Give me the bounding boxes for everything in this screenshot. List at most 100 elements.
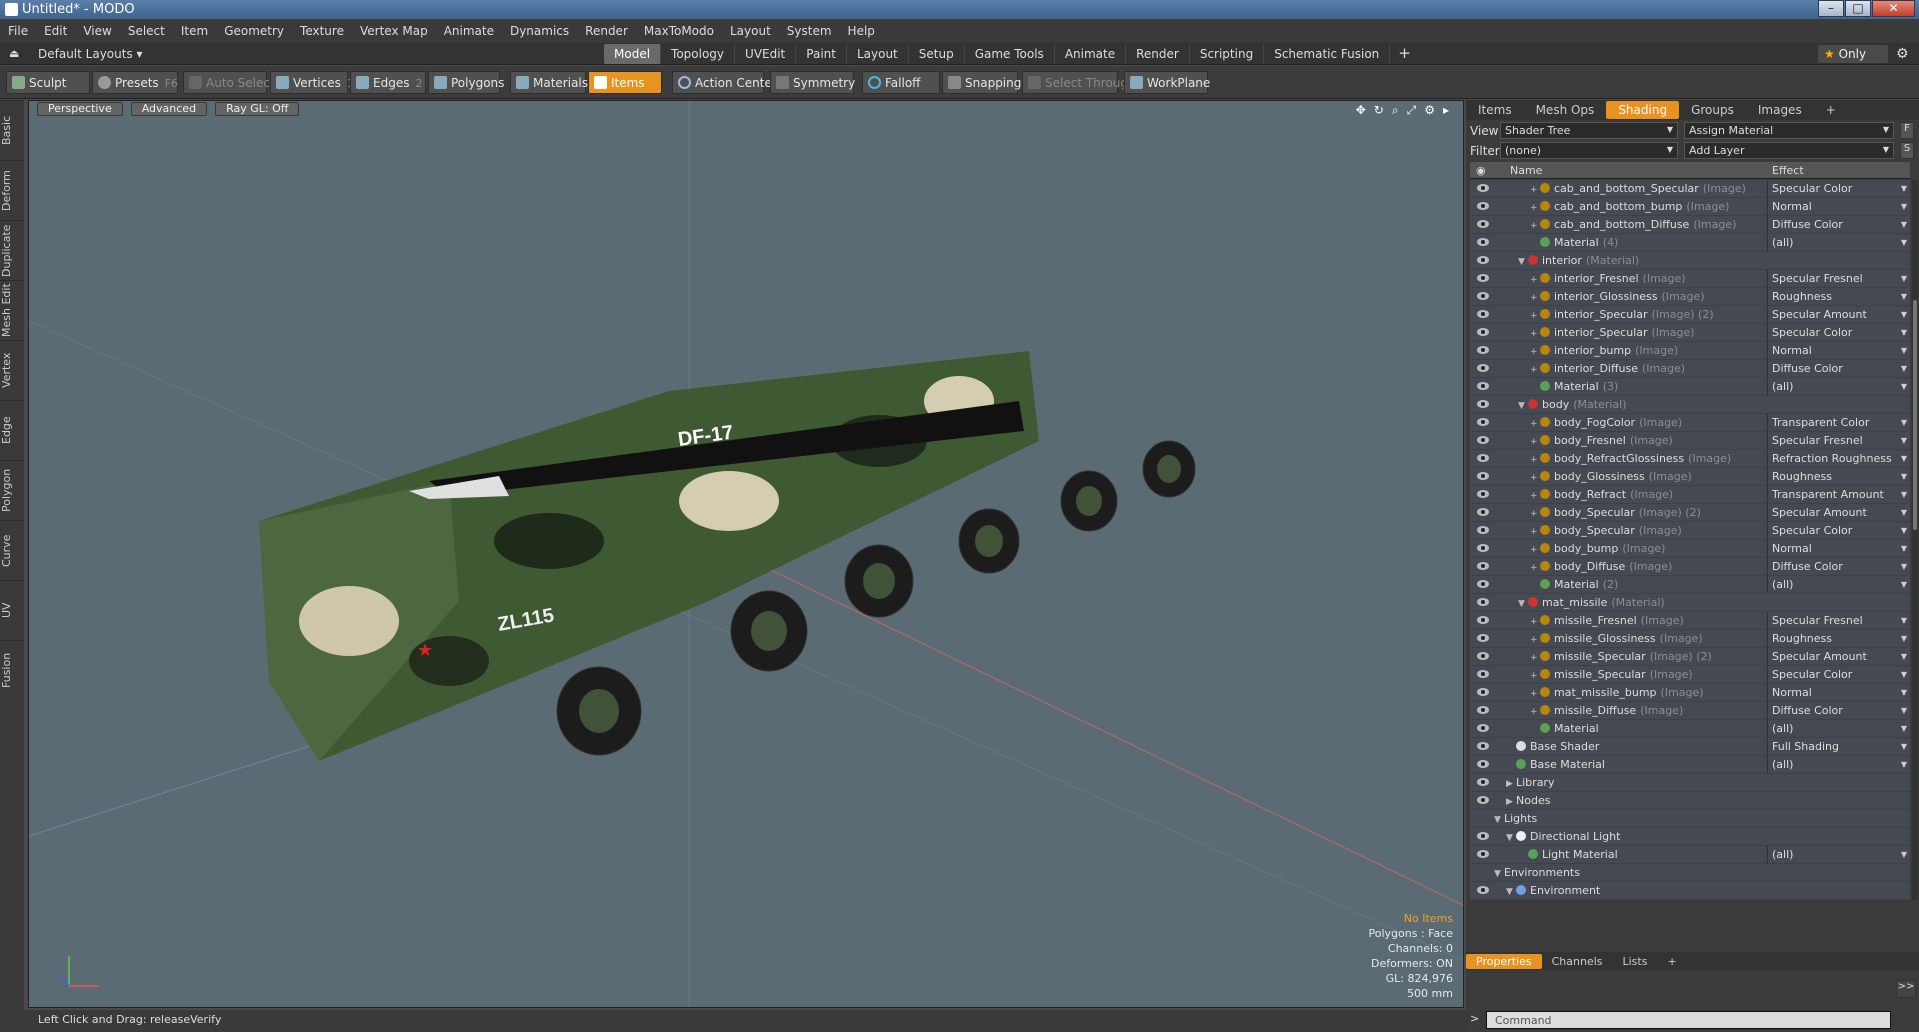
tree-row[interactable]: + interior_Specular (Image) (2) Specular Am… — [1470, 306, 1910, 324]
3d-viewport[interactable]: Perspective Advanced Ray GL: Off ✥ ↻ ⌕ ⤢… — [28, 100, 1464, 1008]
visibility-eye-icon[interactable] — [1477, 256, 1489, 264]
panel-tab-add[interactable]: + — [1814, 101, 1848, 119]
menu-item-geometry[interactable]: Geometry — [216, 24, 292, 38]
tree-row[interactable]: ▼ body (Material) — [1470, 396, 1910, 414]
expand-toggle-icon[interactable]: + — [1530, 308, 1540, 325]
tree-row[interactable]: + missile_Fresnel (Image) Specular Fresnel — [1470, 612, 1910, 630]
menu-item-vertex-map[interactable]: Vertex Map — [352, 24, 436, 38]
tree-row[interactable]: + missile_Diffuse (Image) Diffuse Color — [1470, 702, 1910, 720]
visibility-eye-icon[interactable] — [1477, 832, 1489, 840]
tree-row[interactable]: Light Material (all) — [1470, 846, 1910, 864]
s-button[interactable]: S — [1900, 142, 1914, 159]
visibility-eye-icon[interactable] — [1477, 562, 1489, 570]
menu-item-maxtomodo[interactable]: MaxToModo — [636, 24, 722, 38]
maximize-button[interactable]: □ — [1845, 0, 1871, 17]
effect-dropdown[interactable]: Normal — [1767, 540, 1910, 557]
panel-tab-items[interactable]: Items — [1466, 101, 1524, 119]
visibility-eye-icon[interactable] — [1477, 634, 1489, 642]
visibility-eye-icon[interactable] — [1477, 292, 1489, 300]
minimize-button[interactable]: – — [1818, 0, 1844, 17]
expand-toggle-icon[interactable]: ▼ — [1518, 398, 1528, 415]
tree-row[interactable]: + interior_Fresnel (Image) Specular Fresnel — [1470, 270, 1910, 288]
left-tab-edge[interactable]: Edge — [0, 400, 24, 460]
visibility-eye-icon[interactable] — [1477, 184, 1489, 192]
expand-toggle-icon[interactable]: + — [1530, 326, 1540, 343]
tree-row[interactable]: Material (3) (all) — [1470, 378, 1910, 396]
tree-row[interactable]: + missile_Specular (Image) (2) Specular Amo… — [1470, 648, 1910, 666]
tree-row[interactable]: + interior_bump (Image) Normal — [1470, 342, 1910, 360]
expand-toggle-icon[interactable]: + — [1530, 344, 1540, 361]
add-layer-select[interactable]: Add Layer — [1684, 142, 1894, 159]
tree-row[interactable]: ▼ Environments — [1470, 864, 1910, 882]
tree-row[interactable]: + body_Specular (Image) Specular Color — [1470, 522, 1910, 540]
visibility-eye-icon[interactable] — [1477, 472, 1489, 480]
workplane-button[interactable]: WorkPlane — [1124, 71, 1210, 94]
tree-row[interactable]: + mat_missile_bump (Image) Normal — [1470, 684, 1910, 702]
action-center-button[interactable]: Action Center — [672, 71, 777, 94]
effect-dropdown[interactable]: (all) — [1767, 234, 1910, 251]
effect-dropdown[interactable]: Specular Fresnel — [1767, 612, 1910, 629]
visibility-eye-icon[interactable] — [1477, 706, 1489, 714]
menu-item-select[interactable]: Select — [120, 24, 173, 38]
sculpt-button[interactable]: Sculpt — [6, 71, 90, 94]
effect-column-header[interactable]: Effect — [1772, 164, 1804, 177]
expand-toggle-icon[interactable]: + — [1530, 668, 1540, 685]
tree-row[interactable]: + body_RefractGlossiness (Image) Refraction… — [1470, 450, 1910, 468]
tree-row[interactable]: + interior_Diffuse (Image) Diffuse Color — [1470, 360, 1910, 378]
expand-toggle-icon[interactable]: + — [1530, 542, 1540, 559]
snapping-button[interactable]: Snapping — [942, 71, 1021, 94]
visibility-eye-icon[interactable] — [1477, 364, 1489, 372]
tree-row[interactable]: + body_Specular (Image) (2) Specular Amount — [1470, 504, 1910, 522]
tree-row[interactable]: ▼ Environment — [1470, 882, 1910, 900]
tree-row[interactable]: + cab_and_bottom_Diffuse (Image) Diffuse Co… — [1470, 216, 1910, 234]
presets-button[interactable]: Presets F6 — [92, 71, 178, 94]
panel-tab-shading[interactable]: Shading — [1606, 101, 1680, 119]
layout-tab-topology[interactable]: Topology — [661, 44, 736, 64]
vertices-button[interactable]: Vertices1 — [270, 71, 354, 94]
gear-icon[interactable]: ⚙ — [1896, 46, 1909, 62]
effect-dropdown[interactable]: Normal — [1767, 342, 1910, 359]
expand-toggle-icon[interactable]: ▼ — [1494, 812, 1504, 829]
expand-toggle-icon[interactable]: + — [1530, 506, 1540, 523]
menu-item-file[interactable]: File — [0, 24, 36, 38]
prop-tab-channels[interactable]: Channels — [1542, 954, 1613, 969]
expand-toggle-icon[interactable]: + — [1530, 362, 1540, 379]
left-tab-uv[interactable]: UV — [0, 580, 24, 640]
visibility-eye-icon[interactable] — [1477, 202, 1489, 210]
effect-dropdown[interactable]: Normal — [1767, 684, 1910, 701]
visibility-eye-icon[interactable] — [1477, 724, 1489, 732]
left-tab-vertex[interactable]: Vertex — [0, 340, 24, 400]
visibility-eye-icon[interactable] — [1477, 652, 1489, 660]
left-tab-polygon[interactable]: Polygon — [0, 460, 24, 520]
tree-row[interactable]: + body_FogColor (Image) Transparent Color — [1470, 414, 1910, 432]
tree-row[interactable]: ▶ Nodes — [1470, 792, 1910, 810]
tree-row[interactable]: ▼ interior (Material) — [1470, 252, 1910, 270]
add-layout-tab-button[interactable]: + — [1390, 44, 1419, 64]
tree-row[interactable]: + body_Glossiness (Image) Roughness — [1470, 468, 1910, 486]
menu-item-help[interactable]: Help — [840, 24, 883, 38]
auto-select-button[interactable]: Auto Select — [183, 71, 275, 94]
expand-toggle-icon[interactable]: + — [1530, 470, 1540, 487]
prop-tab-properties[interactable]: Properties — [1466, 953, 1542, 969]
symmetry-button[interactable]: Symmetry — [770, 71, 855, 94]
effect-dropdown[interactable]: Diffuse Color — [1767, 558, 1910, 575]
visibility-eye-icon[interactable] — [1477, 526, 1489, 534]
layout-tab-game-tools[interactable]: Game Tools — [965, 44, 1055, 64]
expand-button[interactable]: >> — [1896, 980, 1916, 998]
visibility-eye-icon[interactable] — [1477, 598, 1489, 606]
effect-dropdown[interactable]: (all) — [1767, 378, 1910, 395]
effect-dropdown[interactable]: Diffuse Color — [1767, 702, 1910, 719]
visibility-eye-icon[interactable] — [1477, 436, 1489, 444]
items-button[interactable]: Items — [588, 71, 662, 94]
menu-item-system[interactable]: System — [779, 24, 840, 38]
expand-toggle-icon[interactable]: + — [1530, 452, 1540, 469]
tree-row[interactable]: + cab_and_bottom_Specular (Image) Specular … — [1470, 180, 1910, 198]
default-layouts-dropdown[interactable]: Default Layouts ▾ — [38, 47, 143, 61]
materials-button[interactable]: Materials — [510, 71, 588, 94]
left-tab-duplicate[interactable]: Duplicate — [0, 220, 24, 280]
visibility-eye-icon[interactable] — [1477, 688, 1489, 696]
visibility-eye-icon[interactable] — [1477, 778, 1489, 786]
expand-toggle-icon[interactable]: + — [1530, 416, 1540, 433]
visibility-eye-icon[interactable] — [1477, 274, 1489, 282]
visibility-eye-icon[interactable] — [1477, 508, 1489, 516]
